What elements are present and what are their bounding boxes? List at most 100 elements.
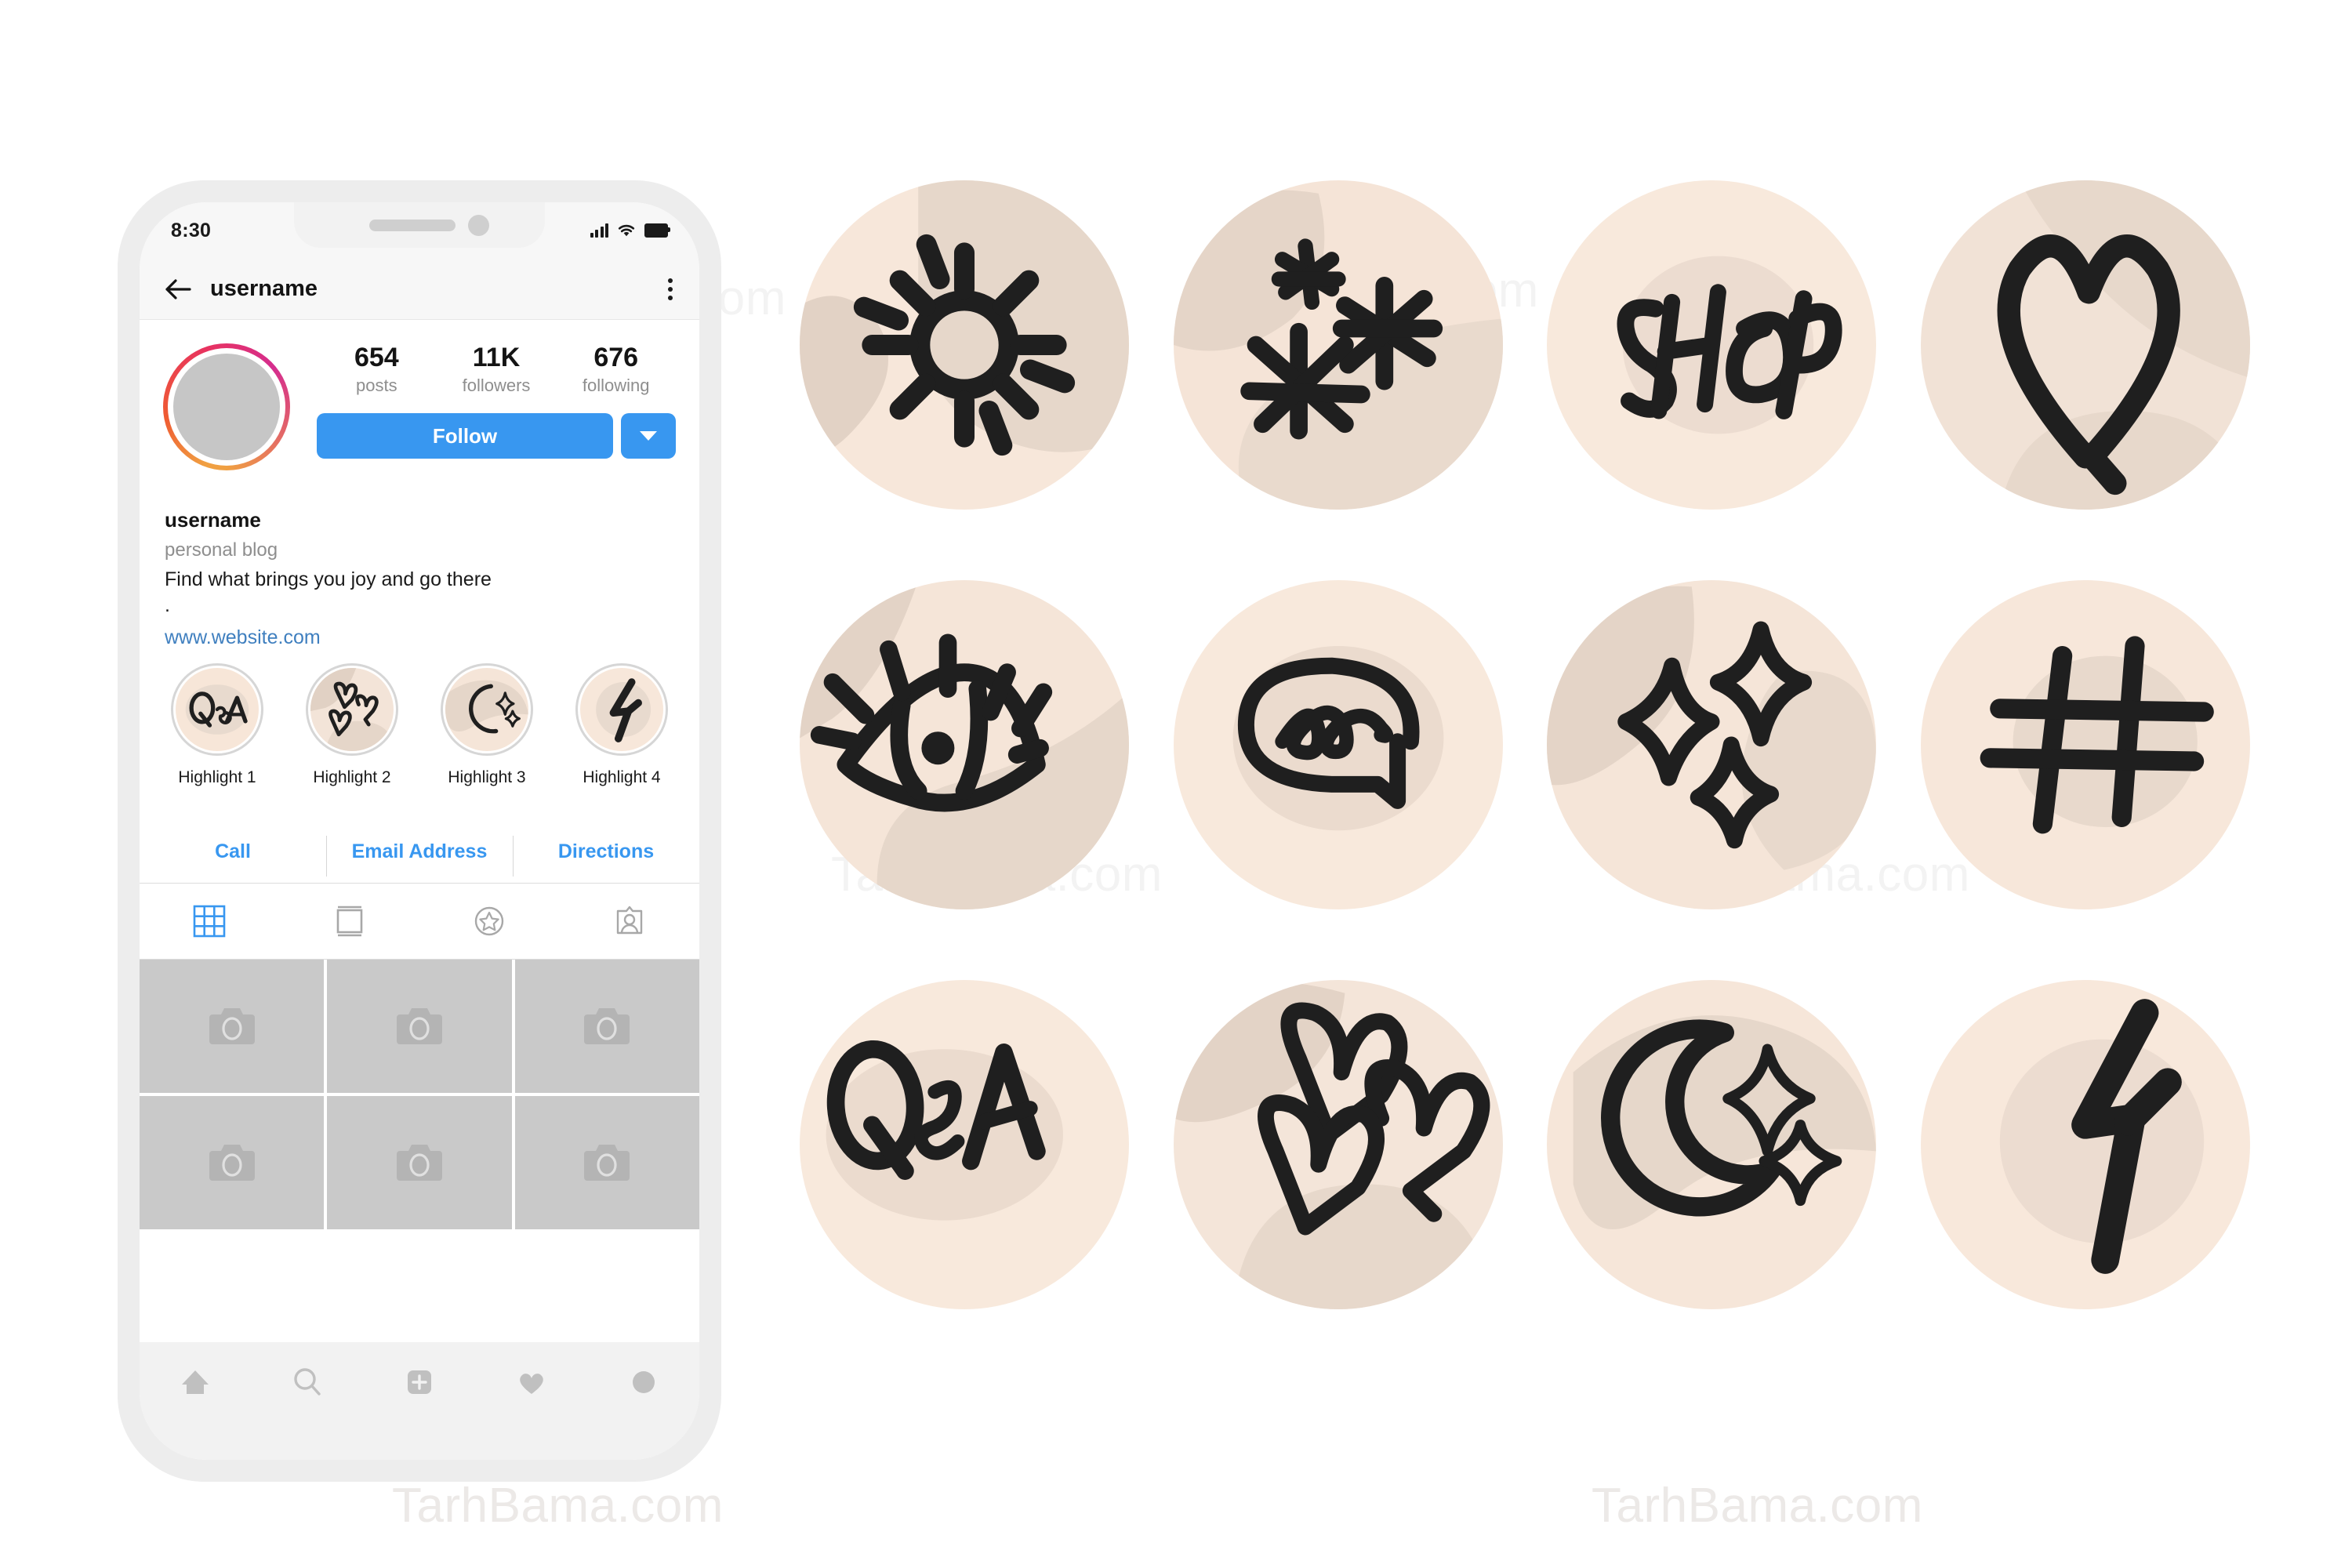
camera-placeholder-icon (209, 1145, 255, 1181)
highlight-cover[interactable] (171, 663, 263, 756)
asterisks-cover[interactable] (1158, 165, 1519, 525)
nav-activity[interactable] (475, 1364, 587, 1400)
qanda-icon (176, 668, 259, 751)
directions-button[interactable]: Directions (513, 835, 699, 877)
tab-grid[interactable] (140, 905, 280, 938)
grid-cell[interactable] (327, 1096, 512, 1229)
contact-buttons-row: Call Email Address Directions (140, 820, 699, 884)
shop-text-icon (1547, 180, 1877, 510)
heart-cover[interactable] (1905, 165, 2266, 525)
status-icons (590, 223, 670, 238)
grid-cell[interactable] (140, 1096, 325, 1229)
follow-dropdown-button[interactable] (621, 413, 676, 459)
qanda-cover[interactable] (784, 964, 1145, 1325)
nav-add-post[interactable] (364, 1364, 476, 1400)
asterisks-icon (1173, 180, 1503, 510)
highlight-item-4[interactable]: Highlight 4 (563, 663, 681, 787)
stat-posts[interactable]: 654 posts (317, 343, 437, 396)
highlight-cover[interactable] (306, 663, 398, 756)
grid-cell[interactable] (140, 960, 325, 1093)
cover-row-3 (784, 964, 2266, 1325)
avatar-inner (168, 348, 285, 466)
highlight-label: Highlight 3 (448, 768, 526, 786)
hearts-icon (310, 668, 394, 751)
nav-home[interactable] (140, 1364, 252, 1400)
shop-cover[interactable] (1531, 165, 1892, 525)
call-button[interactable]: Call (140, 840, 326, 863)
highlight-cover-art (310, 668, 394, 751)
hearts-cover[interactable] (1158, 964, 1519, 1325)
add-post-icon (407, 1370, 431, 1394)
tab-reels[interactable] (280, 905, 420, 938)
notch-speaker (369, 220, 456, 231)
stat-following[interactable]: 676 following (556, 343, 676, 396)
profile-tabs (140, 884, 699, 960)
highlight-item-2[interactable]: Highlight 2 (293, 663, 411, 787)
cover-circle (1173, 580, 1503, 909)
email-button[interactable]: Email Address (326, 835, 513, 877)
grid-tab-icon (193, 905, 226, 938)
phone-notch (294, 202, 545, 248)
avatar[interactable] (173, 354, 280, 460)
tab-star[interactable] (419, 905, 560, 938)
back-arrow-icon[interactable] (160, 271, 196, 307)
notch-camera-icon (468, 215, 489, 236)
cover-row-1 (784, 165, 2266, 525)
cover-circle (1920, 580, 2250, 909)
grid-cell[interactable] (514, 1096, 699, 1229)
stat-label: following (582, 376, 650, 396)
app-header: username (140, 259, 699, 320)
stat-followers[interactable]: 11K followers (437, 343, 557, 396)
speech-bubble-cover[interactable] (1158, 564, 1519, 925)
follow-button[interactable]: Follow (317, 413, 613, 459)
nav-search[interactable] (252, 1364, 364, 1400)
cover-circle (1173, 180, 1503, 510)
cover-circle (1547, 980, 1877, 1309)
bio-section: username personal blog Find what brings … (140, 508, 699, 649)
lightning-bolt-icon (1920, 980, 2250, 1309)
highlight-cover[interactable] (441, 663, 533, 756)
moon-cover[interactable] (1531, 964, 1892, 1325)
highlight-item-3[interactable]: Highlight 3 (428, 663, 546, 787)
stats-column: 654 posts 11K followers 676 following Fo… (317, 343, 676, 470)
bio-text: Find what brings you joy and go there (165, 568, 492, 590)
sun-icon (800, 180, 1129, 510)
camera-placeholder-icon (209, 1008, 255, 1044)
bio-website-link[interactable]: www.website.com (165, 626, 674, 649)
cover-circle (1920, 980, 2250, 1309)
status-time: 8:30 (171, 219, 212, 241)
nav-profile[interactable] (587, 1364, 699, 1400)
watermark: TarhBama.com (392, 1479, 724, 1533)
search-icon (294, 1368, 321, 1396)
eye-cover[interactable] (784, 564, 1145, 925)
speech-bubble-icon (1173, 580, 1503, 909)
hashtag-cover[interactable] (1905, 564, 2266, 925)
moon-stars-icon (445, 668, 528, 751)
profile-row: 654 posts 11K followers 676 following Fo… (140, 321, 699, 470)
phone-screen: 8:30 username 654 posts 11K followers 67… (140, 202, 699, 1460)
camera-placeholder-icon (396, 1145, 442, 1181)
phone-mockup: 8:30 username 654 posts 11K followers 67… (118, 180, 721, 1482)
photo-grid (140, 960, 699, 1312)
bolt-cover[interactable] (1905, 964, 2266, 1325)
highlight-cover-art (580, 668, 663, 751)
sparkles-cover[interactable] (1531, 564, 1892, 925)
more-options-icon[interactable] (668, 278, 673, 300)
grid-cell[interactable] (327, 960, 512, 1093)
page-title: username (210, 276, 318, 301)
camera-placeholder-icon (584, 1008, 630, 1044)
cover-circle (800, 180, 1129, 510)
action-row: Follow (317, 413, 676, 459)
signal-bars-icon (590, 223, 608, 238)
highlight-cover[interactable] (575, 663, 668, 756)
highlight-item-1[interactable]: Highlight 1 (158, 663, 276, 787)
tagged-tab-icon (616, 906, 642, 935)
sun-cover[interactable] (784, 165, 1145, 525)
tab-tagged[interactable] (560, 905, 700, 938)
avatar-story-ring[interactable] (163, 343, 290, 470)
heart-activity-icon (519, 1374, 543, 1394)
watermark: TarhBama.com (1592, 1479, 1923, 1533)
highlight-label: Highlight 2 (313, 768, 391, 786)
cover-circle (1547, 580, 1877, 909)
grid-cell[interactable] (514, 960, 699, 1093)
